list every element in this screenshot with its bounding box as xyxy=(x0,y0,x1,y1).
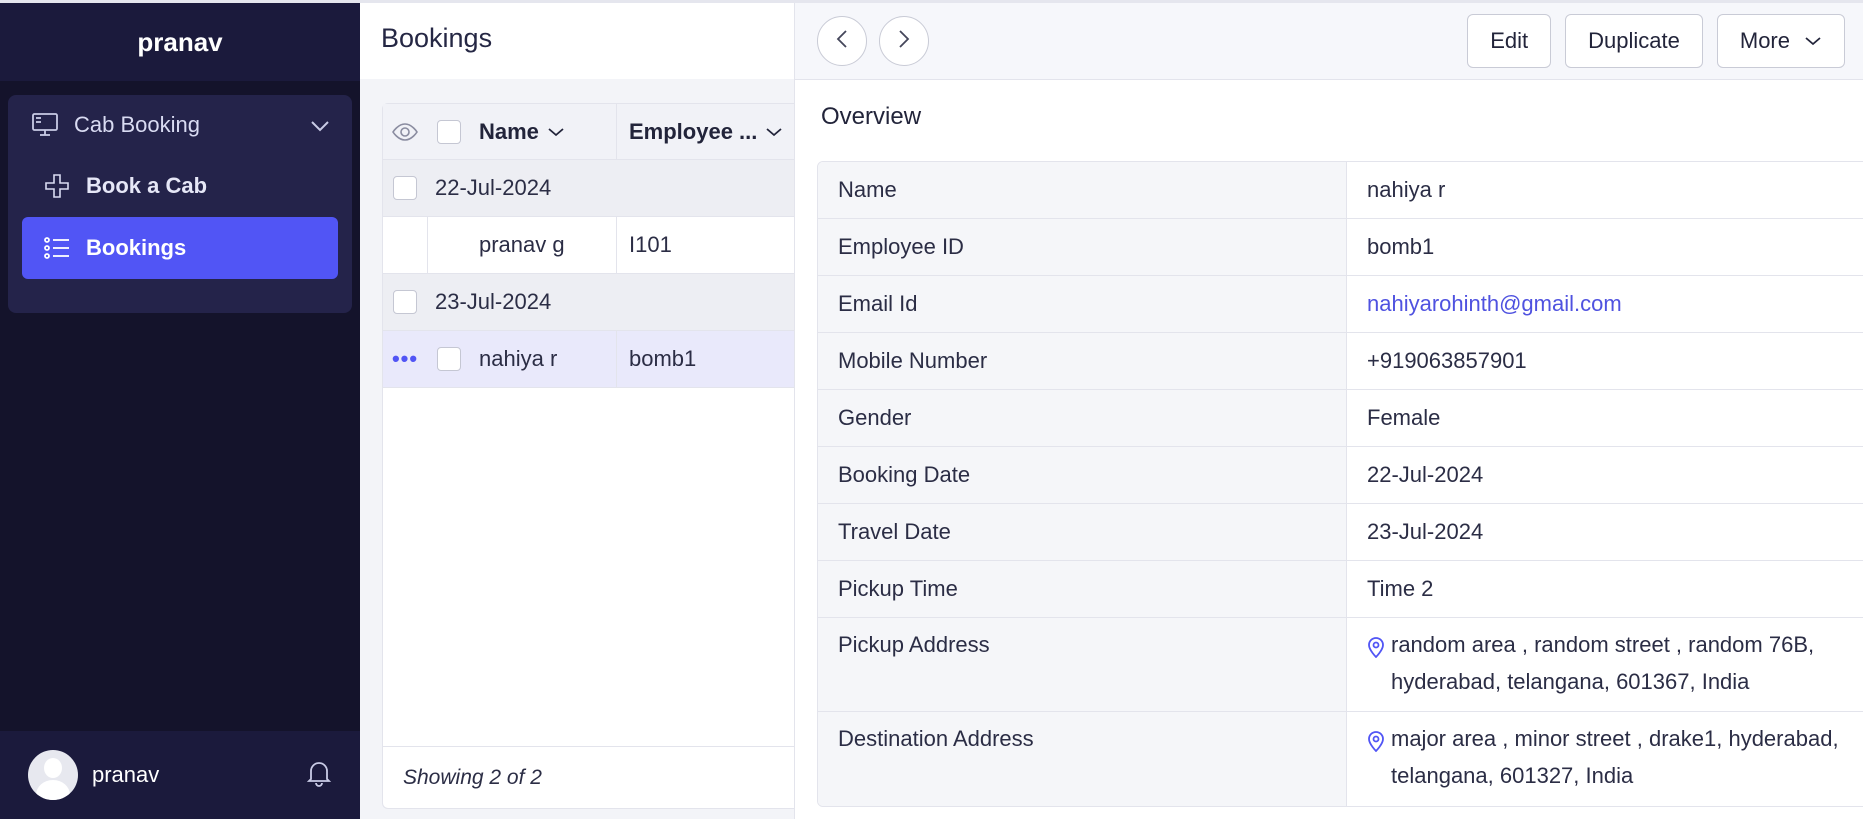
avatar[interactable] xyxy=(28,750,78,800)
field-value: Female xyxy=(1367,405,1441,430)
field-label: Email Id xyxy=(818,276,1347,332)
group-checkbox[interactable] xyxy=(393,176,417,200)
detail-toolbar: Edit Duplicate More xyxy=(795,3,1863,80)
select-all-checkbox[interactable] xyxy=(437,119,461,144)
user-footer: pranav xyxy=(0,731,360,819)
column-header-employee[interactable]: Employee ... xyxy=(617,104,794,159)
field-row: Employee ID bomb1 xyxy=(818,219,1863,276)
pickup-address: random area , random street , random 76B… xyxy=(1391,632,1815,694)
monitor-icon xyxy=(30,110,60,140)
field-row: Pickup Address random area , random stre… xyxy=(818,618,1863,712)
user-name: pranav xyxy=(92,762,160,787)
cell-employee-id: I101 xyxy=(629,232,672,257)
duplicate-button[interactable]: Duplicate xyxy=(1565,14,1703,68)
field-row: Email Id nahiyarohinth@gmail.com xyxy=(818,276,1863,333)
field-label: Travel Date xyxy=(818,504,1347,560)
chevron-down-icon xyxy=(765,127,783,137)
plus-icon xyxy=(42,171,72,201)
bell-icon[interactable] xyxy=(306,759,332,792)
sidebar-item-bookings[interactable]: Bookings xyxy=(22,217,338,279)
location-pin-icon xyxy=(1367,726,1385,794)
field-value: +919063857901 xyxy=(1367,348,1527,373)
sidebar-group-cab-booking: Cab Booking Book a Cab Bookings xyxy=(8,95,352,313)
location-pin-icon xyxy=(1367,632,1385,700)
field-value: 22-Jul-2024 xyxy=(1367,462,1484,487)
group-label: 23-Jul-2024 xyxy=(435,289,552,314)
field-label: Name xyxy=(818,162,1347,218)
field-row: Travel Date 23-Jul-2024 xyxy=(818,504,1863,561)
email-link[interactable]: nahiyarohinth@gmail.com xyxy=(1347,276,1863,332)
field-label: Pickup Address xyxy=(818,618,1347,711)
chevron-left-icon xyxy=(836,29,848,54)
more-button[interactable]: More xyxy=(1716,14,1845,68)
field-value: nahiya r xyxy=(1367,177,1446,202)
list-header: Bookings xyxy=(360,3,794,79)
field-label: Mobile Number xyxy=(818,333,1347,389)
field-label: Booking Date xyxy=(818,447,1347,503)
bookings-list-panel: Bookings Name Employee ... 22-Jul-2024 p… xyxy=(360,3,794,819)
field-value: 23-Jul-2024 xyxy=(1367,519,1484,544)
field-row: Mobile Number +919063857901 xyxy=(818,333,1863,390)
field-value: bomb1 xyxy=(1367,234,1435,259)
group-row[interactable]: 22-Jul-2024 xyxy=(383,160,794,217)
page-title: Bookings xyxy=(381,23,493,53)
field-value: Time 2 xyxy=(1367,576,1434,601)
destination-address: major area , minor street , drake1, hyde… xyxy=(1391,726,1839,788)
section-title: Overview xyxy=(821,103,922,130)
workspace-name: pranav xyxy=(0,3,360,81)
table-header: Name Employee ... xyxy=(383,104,794,160)
chevron-down-icon xyxy=(547,127,565,137)
sidebar-item-label: Book a Cab xyxy=(86,173,208,198)
field-label: Destination Address xyxy=(818,712,1347,806)
table-footer: Showing 2 of 2 xyxy=(383,746,794,808)
edit-button[interactable]: Edit xyxy=(1467,14,1552,68)
group-label: 22-Jul-2024 xyxy=(435,175,552,200)
eye-icon[interactable] xyxy=(383,104,427,159)
group-row[interactable]: 23-Jul-2024 xyxy=(383,274,794,331)
group-checkbox[interactable] xyxy=(393,290,417,314)
next-record-button[interactable] xyxy=(879,16,929,66)
record-detail-panel: Edit Duplicate More Overview Name nahiya… xyxy=(794,3,1863,819)
field-row: Destination Address major area , minor s… xyxy=(818,712,1863,806)
table-row[interactable]: ••• nahiya r bomb1 xyxy=(383,331,794,388)
previous-record-button[interactable] xyxy=(817,16,867,66)
sidebar-item-book-a-cab[interactable]: Book a Cab xyxy=(22,155,338,217)
sidebar: pranav Cab Booking Book a Cab Bookings p… xyxy=(0,3,360,819)
list-icon xyxy=(42,233,72,263)
column-header-name[interactable]: Name xyxy=(471,104,617,159)
field-label: Gender xyxy=(818,390,1347,446)
overview-fields: Name nahiya r Employee ID bomb1 Email Id… xyxy=(817,161,1863,807)
cell-employee-id: bomb1 xyxy=(629,346,697,371)
cell-name: nahiya r xyxy=(471,331,617,387)
sidebar-item-label: Bookings xyxy=(86,235,187,260)
chevron-down-icon[interactable] xyxy=(310,112,330,138)
row-actions-icon[interactable]: ••• xyxy=(383,331,427,387)
field-label: Employee ID xyxy=(818,219,1347,275)
field-row: Booking Date 22-Jul-2024 xyxy=(818,447,1863,504)
field-row: Name nahiya r xyxy=(818,162,1863,219)
sidebar-group-label: Cab Booking xyxy=(74,112,200,137)
row-checkbox[interactable] xyxy=(437,347,461,371)
bookings-table: Name Employee ... 22-Jul-2024 pranav g I… xyxy=(382,103,794,809)
chevron-right-icon xyxy=(898,29,910,54)
cell-name: pranav g xyxy=(471,217,617,273)
field-label: Pickup Time xyxy=(818,561,1347,617)
sidebar-group-header[interactable]: Cab Booking xyxy=(8,95,352,155)
field-row: Pickup Time Time 2 xyxy=(818,561,1863,618)
field-row: Gender Female xyxy=(818,390,1863,447)
table-row[interactable]: pranav g I101 xyxy=(383,217,794,274)
chevron-down-icon xyxy=(1804,36,1822,46)
